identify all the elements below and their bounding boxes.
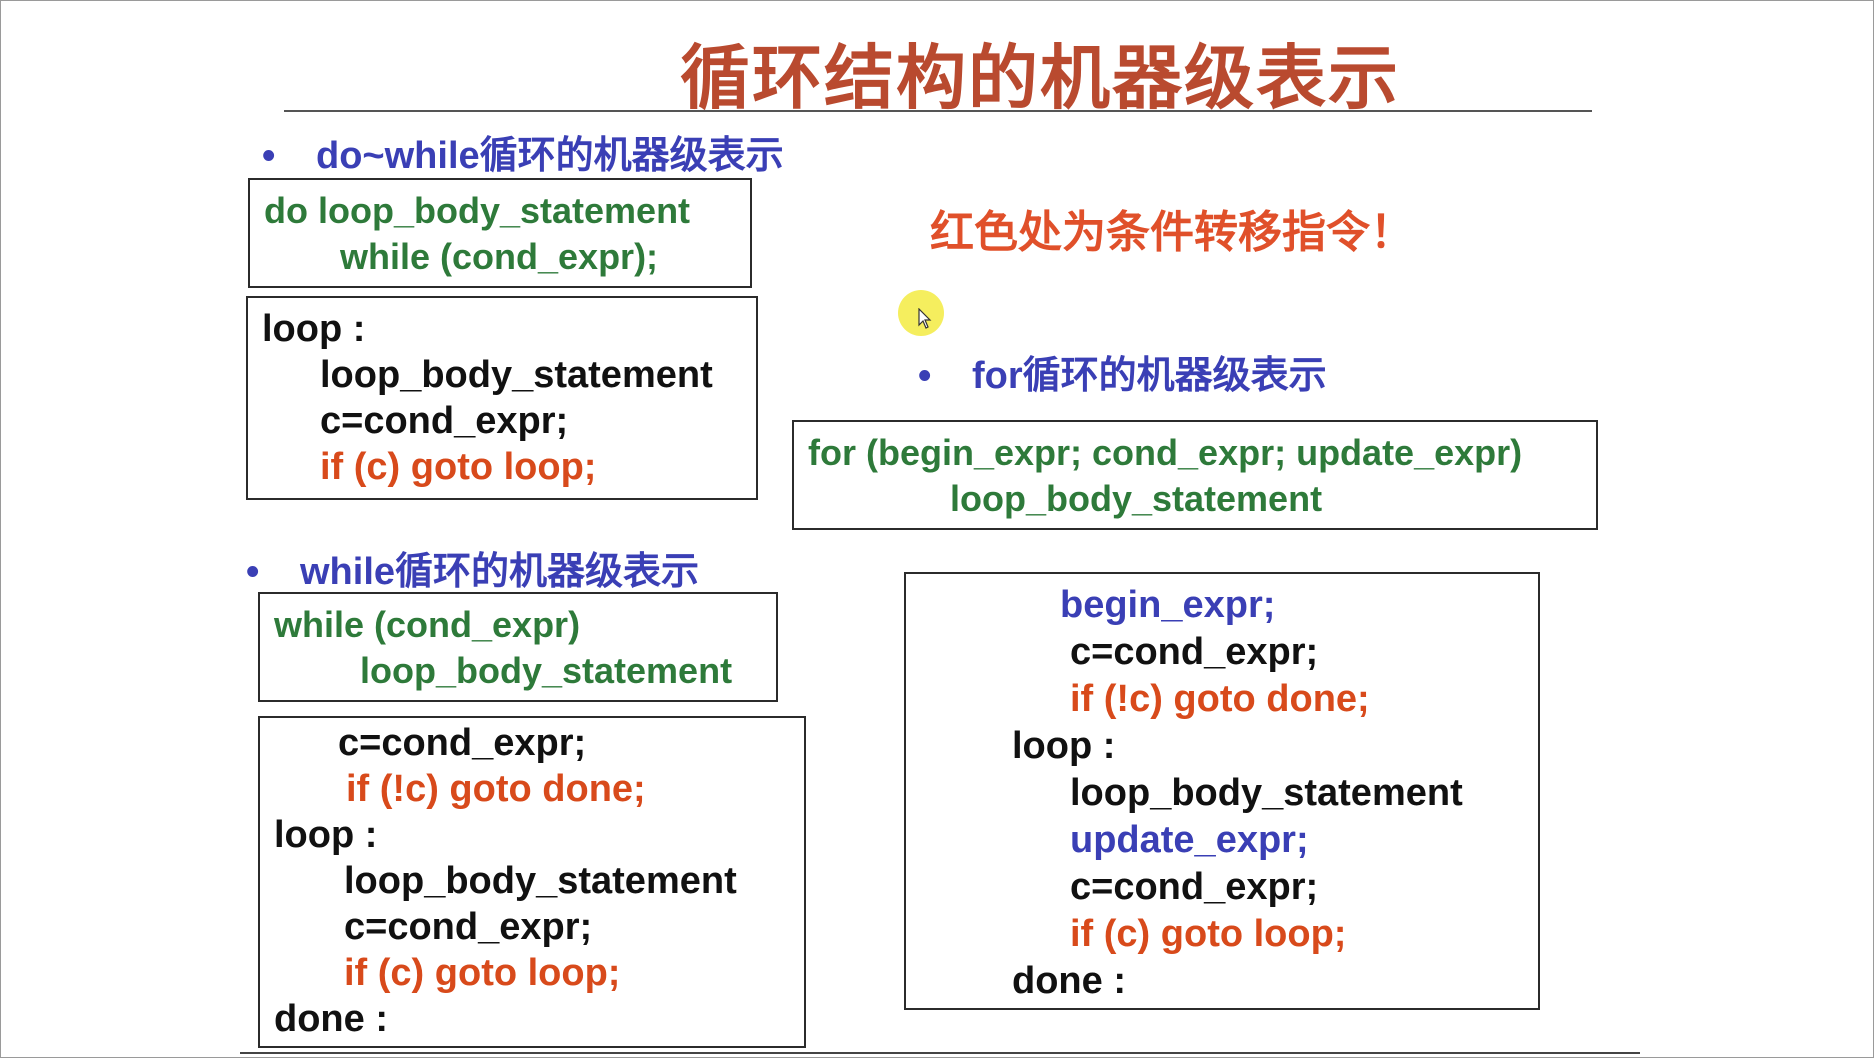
code-line: loop : — [1012, 725, 1116, 767]
code-line: begin_expr; — [1060, 584, 1276, 626]
bullet-icon: • — [262, 135, 276, 177]
code-line: loop_body_statement — [344, 860, 737, 902]
code-line: while (cond_expr) — [274, 604, 581, 645]
do-while-heading-text: do~while循环的机器级表示 — [316, 135, 784, 177]
bullet-icon: • — [918, 355, 932, 397]
for-heading: • for循环的机器级表示 — [918, 344, 1327, 399]
title-divider — [284, 110, 1592, 112]
mouse-pointer-icon — [918, 308, 932, 329]
code-line: done : — [274, 998, 388, 1040]
code-line: c=cond_expr; — [1070, 631, 1319, 673]
for-machine-box: begin_expr; c=cond_expr; if (!c) goto do… — [904, 572, 1540, 1010]
do-while-machine-box: loop : loop_body_statement c=cond_expr; … — [246, 296, 758, 500]
code-line: while (cond_expr); — [340, 236, 659, 277]
while-heading: • while循环的机器级表示 — [246, 540, 699, 595]
conditional-jump-note: 红色处为条件转移指令！ — [930, 208, 1414, 257]
do-while-source-box: do loop_body_statement while (cond_expr)… — [248, 178, 752, 288]
for-heading-text: for循环的机器级表示 — [972, 355, 1327, 397]
while-heading-text: while循环的机器级表示 — [300, 551, 700, 593]
code-line: c=cond_expr; — [338, 722, 587, 764]
conditional-jump-line: if (c) goto loop; — [1070, 913, 1347, 955]
bottom-divider — [240, 1052, 1640, 1054]
code-line: done : — [1012, 960, 1126, 1002]
conditional-jump-line: if (!c) goto done; — [1070, 678, 1370, 720]
conditional-jump-line: if (!c) goto done; — [346, 768, 646, 810]
do-while-heading: • do~while循环的机器级表示 — [262, 124, 784, 179]
code-line: c=cond_expr; — [1070, 866, 1319, 908]
code-line: loop : — [262, 308, 366, 350]
code-line: do loop_body_statement — [264, 190, 691, 231]
code-line: loop_body_statement — [950, 478, 1323, 519]
code-line: loop_body_statement — [360, 650, 733, 691]
for-source-box: for (begin_expr; cond_expr; update_expr)… — [792, 420, 1598, 530]
conditional-jump-line: if (c) goto loop; — [320, 446, 597, 488]
code-line: loop_body_statement — [1070, 772, 1463, 814]
code-line: c=cond_expr; — [320, 400, 569, 442]
code-line: update_expr; — [1070, 819, 1309, 861]
bullet-icon: • — [246, 551, 260, 593]
code-line: loop : — [274, 814, 378, 856]
code-line: for (begin_expr; cond_expr; update_expr) — [808, 432, 1523, 473]
code-line: c=cond_expr; — [344, 906, 593, 948]
while-machine-box: c=cond_expr; if (!c) goto done; loop : l… — [258, 716, 806, 1048]
while-source-box: while (cond_expr) loop_body_statement — [258, 592, 778, 702]
conditional-jump-line: if (c) goto loop; — [344, 952, 621, 994]
code-line: loop_body_statement — [320, 354, 713, 396]
slide-title: 循环结构的机器级表示 — [680, 39, 1400, 117]
